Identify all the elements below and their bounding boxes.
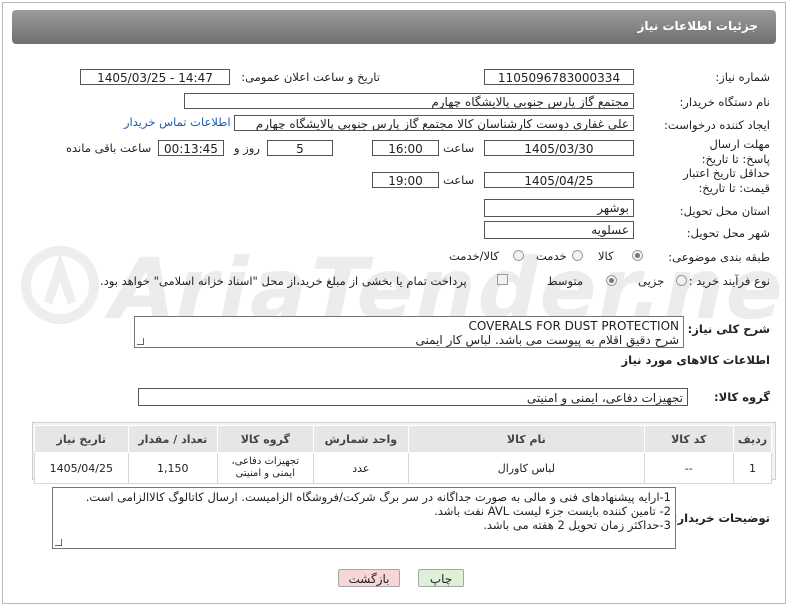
goods-group-field[interactable]: تجهیزات دفاعی، ایمنی و امنیتی [138,388,688,406]
days-label: روز و [234,141,260,155]
description-line-2: شرح دقیق اقلام به پیوست می باشد. لباس کا… [415,333,679,347]
validity-time-field[interactable]: 19:00 [372,172,439,188]
description-label: شرح کلی نیاز: [687,322,770,336]
validity-time-label: ساعت [443,173,475,187]
process-option-minor: جزیی [638,274,665,288]
goods-table-header: ردیف کد کالا نام کالا واحد شمارش گروه کا… [34,425,773,453]
buyer-name-label: نام دستگاه خریدار: [679,95,770,109]
category-option-service: خدمت [536,249,567,263]
need-number-field[interactable]: 1105096783000334 [484,69,634,85]
category-radio-service[interactable] [572,250,583,261]
deadline-label: مهلت ارسال پاسخ: تا تاریخ: [701,137,770,166]
header-item-name: نام کالا [408,425,645,453]
buyer-notes-label: توضیحات خریدار: [672,511,770,525]
city-field[interactable]: عسلویه [484,221,634,239]
buyer-notes-line-3: 3-حداکثر زمان تحویل 2 هفته می باشد. [483,518,671,532]
days-remaining-field[interactable]: 5 [267,140,333,156]
announce-date-label: تاریخ و ساعت اعلان عمومی: [241,70,380,84]
process-type-label: نوع فرآیند خرید : [688,274,770,288]
header-need-date: تاریخ نیاز [34,425,129,453]
description-line-1: COVERALS FOR DUST PROTECTION [468,319,679,333]
creator-label: ایجاد کننده درخواست: [664,118,770,132]
category-radio-both[interactable] [513,250,524,261]
cell-quantity: 1,150 [127,452,218,484]
treasury-payment-note: پرداخت تمام یا بخشی از مبلغ خرید،از محل … [100,274,467,288]
header-quantity: تعداد / مقدار [127,425,218,453]
cell-item-name: لباس کاورال [408,452,645,484]
resize-handle-icon[interactable] [55,539,62,546]
goods-table: ردیف کد کالا نام کالا واحد شمارش گروه کا… [34,425,773,484]
time-remaining-field[interactable]: 00:13:45 [158,140,224,156]
time-remaining-label: ساعت باقی مانده [66,141,152,155]
category-label: طبقه بندی موضوعی: [668,250,770,264]
category-option-goods: کالا [598,249,614,263]
validity-label: حداقل تاریخ اعتبار قیمت: تا تاریخ: [683,166,770,195]
resize-handle-icon[interactable] [137,338,144,345]
description-textarea[interactable]: COVERALS FOR DUST PROTECTION شرح دقیق اق… [134,316,684,348]
header-unit: واحد شمارش [312,425,410,453]
cell-need-date: 1405/04/25 [34,452,129,484]
announce-date-field[interactable]: 1405/03/25 - 14:47 [80,69,230,85]
deadline-time-label: ساعت [443,141,475,155]
creator-field[interactable]: علی غفاری دوست کارشناسان کالا مجتمع گاز … [234,115,634,131]
header-row-number: ردیف [732,425,773,453]
table-row[interactable]: 1 -- لباس کاورال عدد تجهیزات دفاعی، ایمن… [34,452,773,484]
cell-item-code: -- [643,452,734,484]
validity-date-field[interactable]: 1405/04/25 [484,172,634,188]
buyer-notes-line-1: 1-ارایه پیشنهادهای فنی و مالی به صورت جد… [85,490,671,504]
process-option-medium: متوسط [547,274,584,288]
page-title: جزئیات اطلاعات نیاز [637,19,758,33]
deadline-date-field[interactable]: 1405/03/30 [484,140,634,156]
goods-section-title: اطلاعات کالاهای مورد نیاز [621,353,770,367]
province-field[interactable]: بوشهر [484,199,634,217]
process-radio-minor[interactable] [676,275,687,286]
header-item-code: کد کالا [643,425,734,453]
cell-row-number: 1 [732,452,773,484]
city-label: شهر محل تحویل: [686,226,770,240]
page-header: جزئیات اطلاعات نیاز [12,10,776,44]
buyer-notes-textarea[interactable]: 1-ارایه پیشنهادهای فنی و مالی به صورت جد… [52,487,676,549]
province-label: استان محل تحویل: [679,204,770,218]
treasury-payment-checkbox[interactable] [497,274,508,285]
cell-group: تجهیزات دفاعی، ایمنی و امنیتی [216,452,314,484]
buyer-name-field[interactable]: مجتمع گاز پارس جنوبی پالایشگاه چهارم [184,93,634,109]
buyer-contact-link[interactable]: اطلاعات تماس خریدار [124,115,231,129]
cell-unit: عدد [312,452,410,484]
goods-group-label: گروه کالا: [714,390,770,404]
header-group: گروه کالا [216,425,314,453]
deadline-time-field[interactable]: 16:00 [372,140,439,156]
print-button[interactable]: چاپ [418,569,464,587]
need-number-label: شماره نیاز: [715,70,770,84]
category-radio-goods[interactable] [632,250,643,261]
category-option-both: کالا/خدمت [449,249,500,263]
watermark-logo-icon [21,246,99,324]
back-button[interactable]: بازگشت [338,569,400,587]
process-radio-medium[interactable] [606,275,617,286]
buyer-notes-line-2: 2- تامین کننده بایست جزء لیست AVL نفت با… [434,504,671,518]
